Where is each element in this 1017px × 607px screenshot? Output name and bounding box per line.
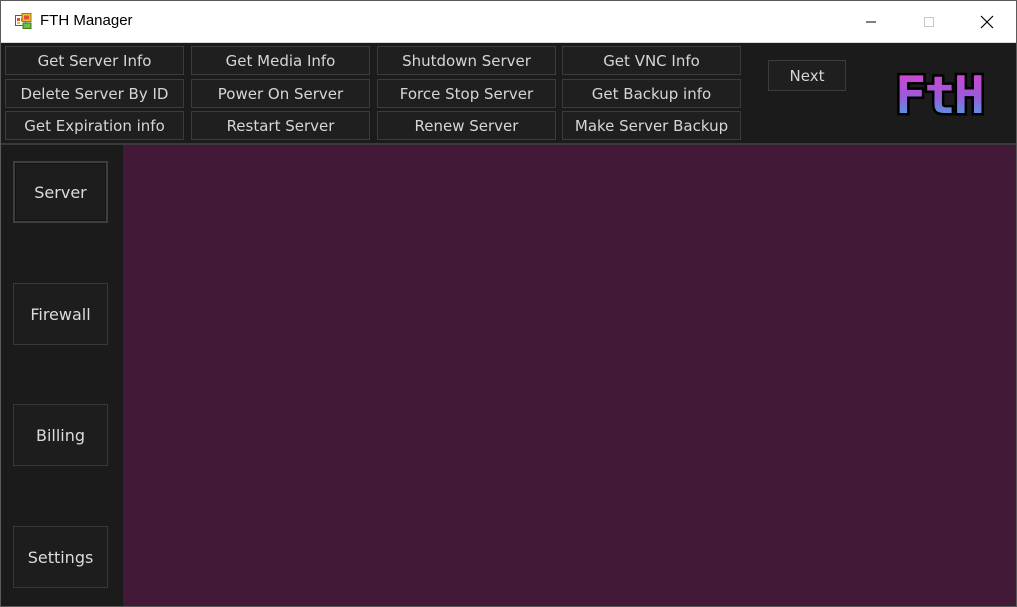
minimize-icon	[865, 16, 877, 28]
renew-server-button[interactable]: Renew Server	[377, 111, 556, 140]
get-server-info-button[interactable]: Get Server Info	[5, 46, 184, 75]
fth-logo: FtH	[871, 64, 1007, 129]
force-stop-server-button[interactable]: Force Stop Server	[377, 79, 556, 108]
get-vnc-info-button[interactable]: Get VNC Info	[562, 46, 741, 75]
get-expiration-info-button[interactable]: Get Expiration info	[5, 111, 184, 140]
make-server-backup-button[interactable]: Make Server Backup	[562, 111, 741, 140]
get-backup-info-button[interactable]: Get Backup info	[562, 79, 741, 108]
sidebar: Server Firewall Billing Settings	[1, 145, 123, 606]
logo-text: FtH	[895, 66, 983, 123]
minimize-button[interactable]	[842, 1, 900, 42]
shutdown-server-button[interactable]: Shutdown Server	[377, 46, 556, 75]
maximize-button[interactable]	[900, 1, 958, 42]
close-button[interactable]	[958, 1, 1016, 42]
main-content-panel	[123, 145, 1016, 606]
sidebar-item-server[interactable]: Server	[13, 161, 108, 223]
app-window: FTH Manager Get Server Info Delete Serve…	[0, 0, 1017, 607]
sidebar-item-firewall[interactable]: Firewall	[13, 283, 108, 345]
command-toolbar: Get Server Info Delete Server By ID Get …	[1, 43, 1016, 145]
power-on-server-button[interactable]: Power On Server	[191, 79, 370, 108]
get-media-info-button[interactable]: Get Media Info	[191, 46, 370, 75]
next-button[interactable]: Next	[768, 60, 846, 91]
maximize-icon	[923, 16, 935, 28]
title-bar[interactable]: FTH Manager	[1, 1, 1016, 43]
sidebar-item-billing[interactable]: Billing	[13, 404, 108, 466]
window-title: FTH Manager	[40, 12, 133, 29]
sidebar-item-settings[interactable]: Settings	[13, 526, 108, 588]
app-window-icon	[15, 13, 32, 29]
restart-server-button[interactable]: Restart Server	[191, 111, 370, 140]
delete-server-by-id-button[interactable]: Delete Server By ID	[5, 79, 184, 108]
close-icon	[980, 15, 994, 29]
